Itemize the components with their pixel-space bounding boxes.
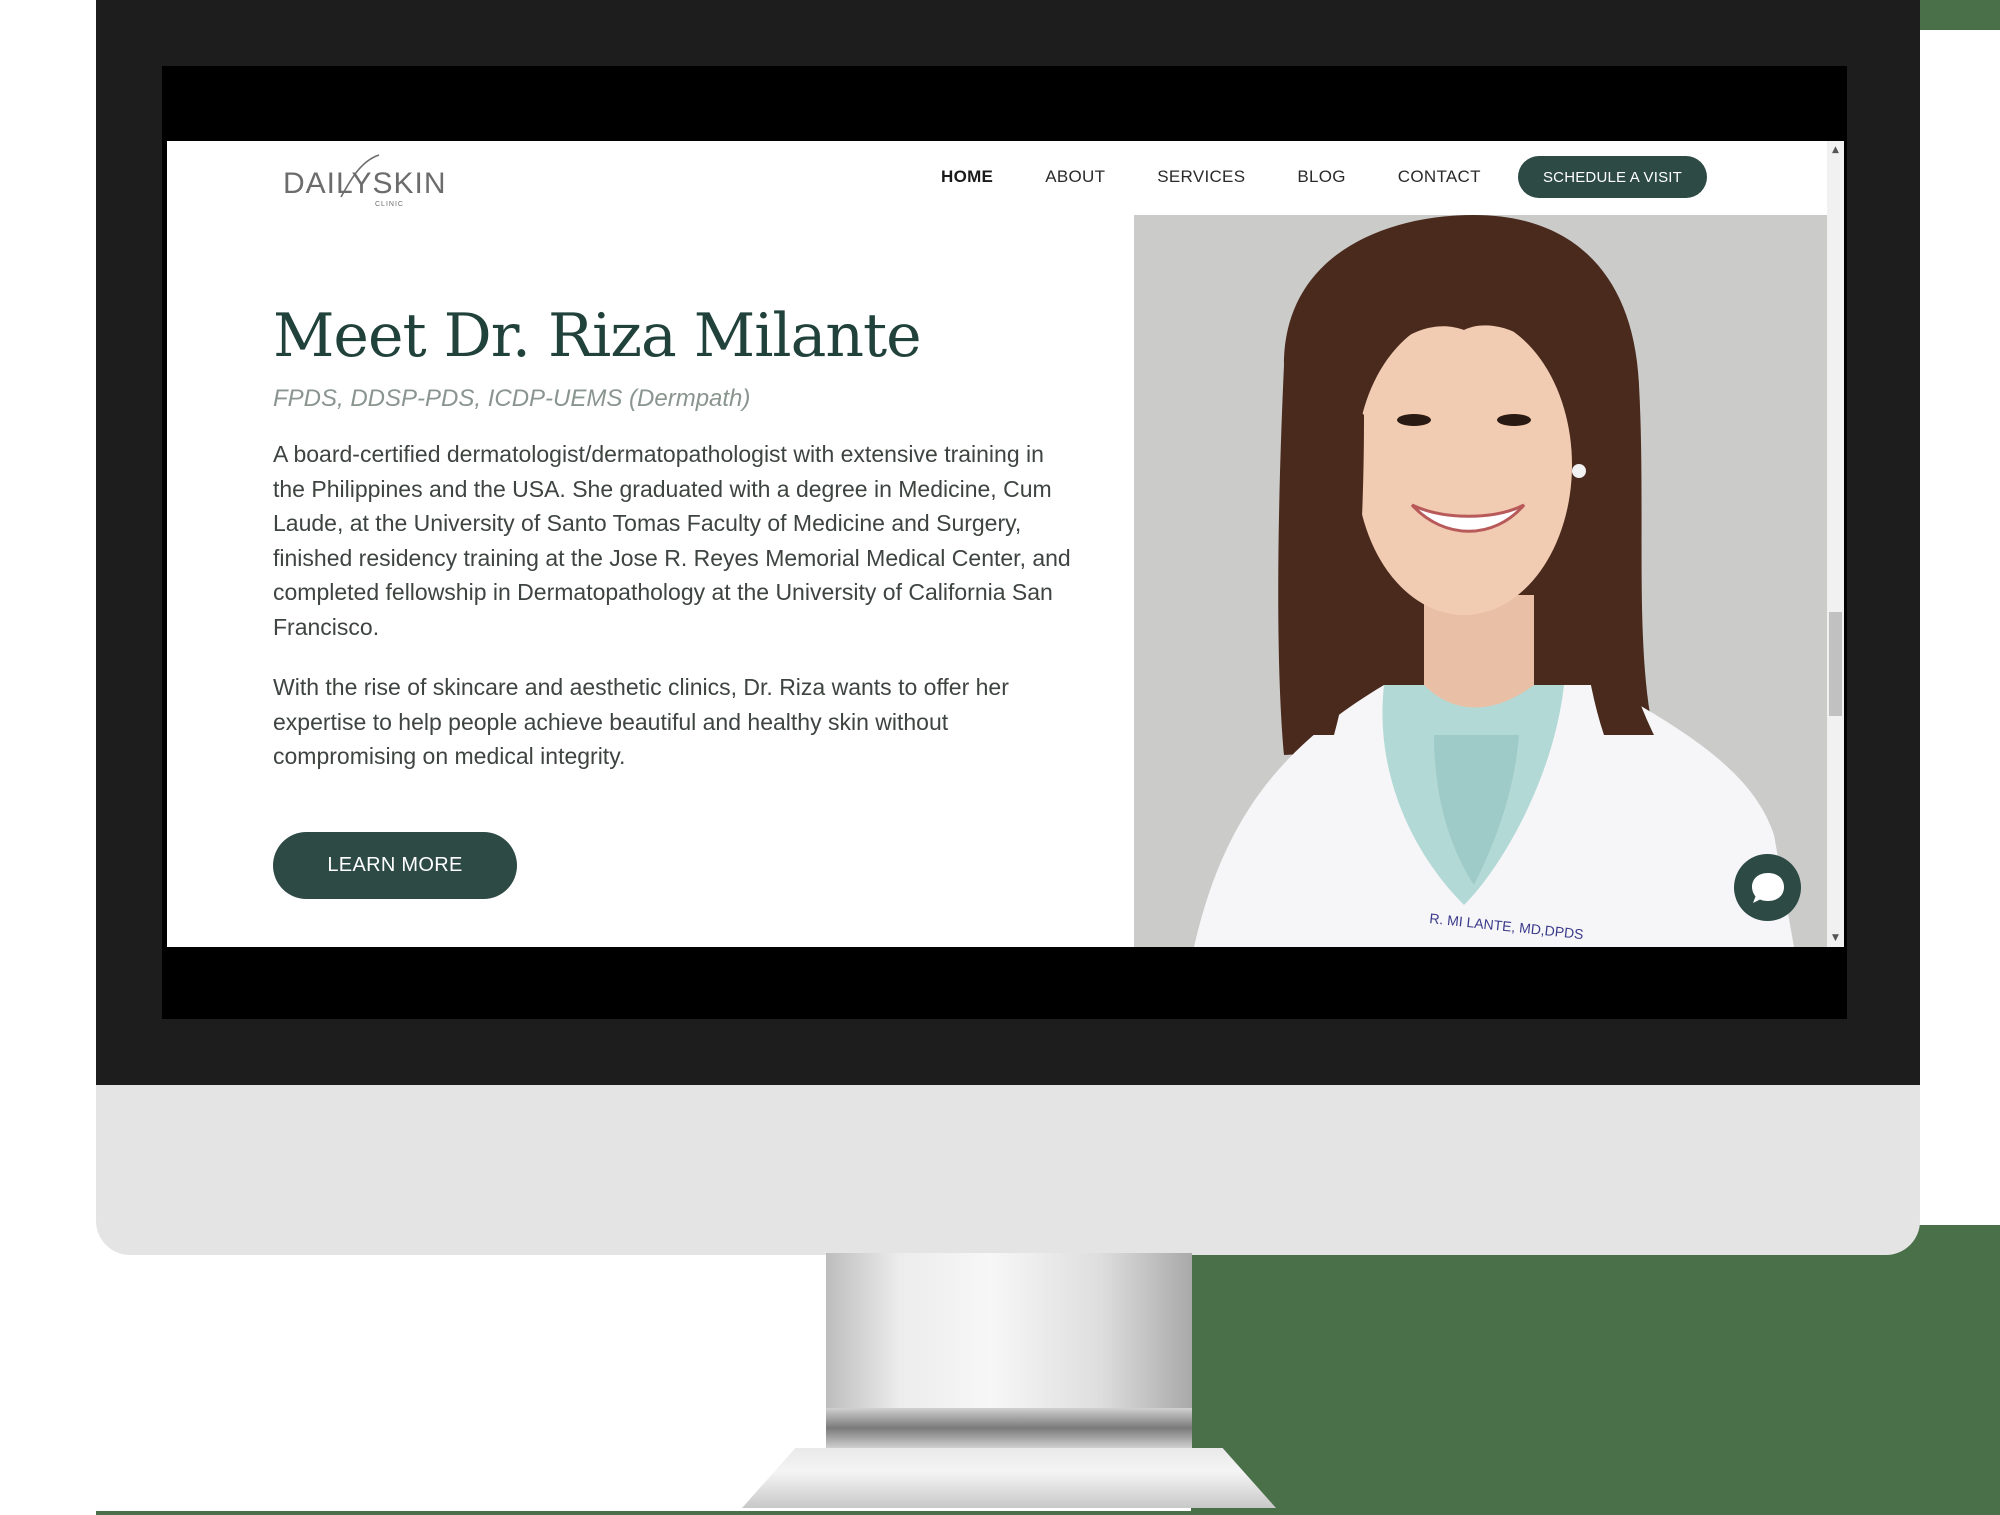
schedule-visit-button[interactable]: SCHEDULE A VISIT bbox=[1518, 156, 1707, 198]
learn-more-button[interactable]: LEARN MORE bbox=[273, 832, 517, 899]
nav-item-home[interactable]: HOME bbox=[941, 167, 993, 187]
monitor-stand-shadow bbox=[826, 1408, 1192, 1448]
doctor-portrait-illustration: R. MI LANTE, MD,DPDS bbox=[1194, 215, 1794, 947]
nav-item-about[interactable]: ABOUT bbox=[1045, 167, 1105, 187]
nav-menu: HOME ABOUT SERVICES BLOG CONTACT bbox=[941, 167, 1533, 187]
chat-widget-button[interactable] bbox=[1734, 854, 1801, 921]
page-title: Meet Dr. Riza Milante bbox=[273, 301, 922, 371]
doctor-credentials: FPDS, DDSP-PDS, ICDP-UEMS (Dermpath) bbox=[273, 385, 751, 412]
bio-paragraph-1: A board-certified dermatologist/dermatop… bbox=[273, 441, 1071, 640]
nav-item-services[interactable]: SERVICES bbox=[1157, 167, 1245, 187]
doctor-portrait-photo: R. MI LANTE, MD,DPDS bbox=[1134, 215, 1827, 947]
background-accent-line bbox=[96, 1511, 2000, 1515]
nav-item-contact[interactable]: CONTACT bbox=[1398, 167, 1481, 187]
hero-content: Meet Dr. Riza Milante FPDS, DDSP-PDS, IC… bbox=[273, 301, 1073, 774]
scrollbar-thumb[interactable] bbox=[1829, 612, 1842, 716]
chevron-down-icon[interactable]: ▼ bbox=[1830, 933, 1841, 943]
chevron-up-icon[interactable]: ▲ bbox=[1830, 145, 1841, 155]
monitor-stand-foot bbox=[742, 1448, 1276, 1508]
website-viewport: DAILYSKIN CLINIC HOME ABOUT SERVICES BLO… bbox=[167, 141, 1844, 947]
logo-subtext: CLINIC bbox=[375, 201, 404, 208]
page-scrollbar[interactable]: ▲ ▼ bbox=[1827, 141, 1844, 947]
monitor-chin bbox=[96, 1085, 1920, 1255]
nav-item-blog[interactable]: BLOG bbox=[1297, 167, 1345, 187]
site-logo[interactable]: DAILYSKIN CLINIC bbox=[283, 151, 446, 211]
logo-swoosh-icon bbox=[340, 154, 380, 198]
monitor-stand-neck bbox=[826, 1253, 1192, 1408]
chat-bubble-icon bbox=[1751, 872, 1784, 903]
background-accent-bottom bbox=[1191, 1225, 2000, 1515]
bio-paragraph-2: With the rise of skincare and aesthetic … bbox=[273, 674, 1009, 769]
top-navigation: DAILYSKIN CLINIC HOME ABOUT SERVICES BLO… bbox=[167, 141, 1827, 215]
